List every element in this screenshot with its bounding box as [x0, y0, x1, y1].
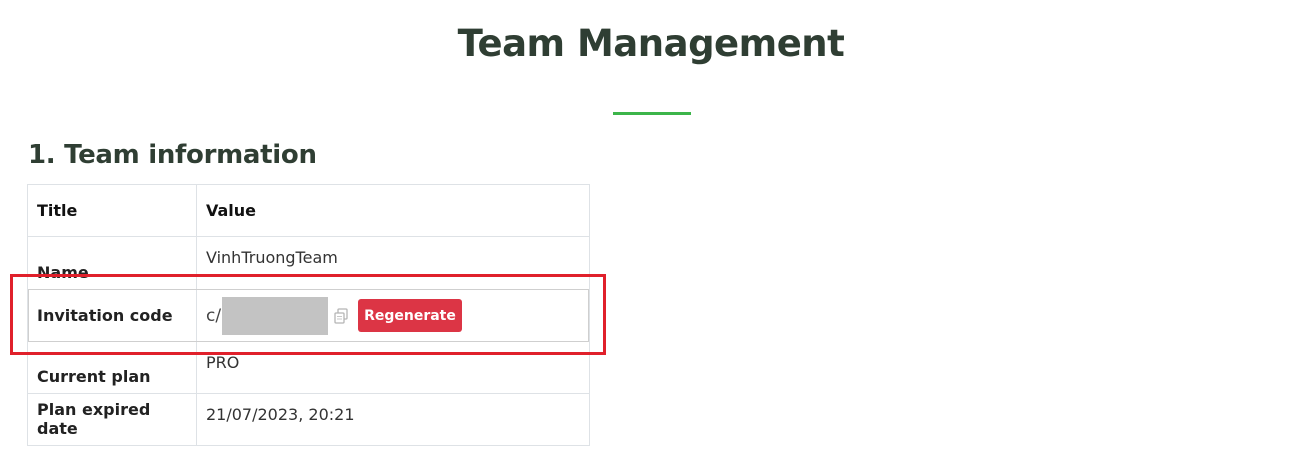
row-label-plan-expired-date: Plan expired date — [27, 393, 197, 446]
invitation-code-group: c/ Regenerate — [206, 296, 580, 335]
table-row-invitation-code: Invitation code c/ Regenerate — [27, 289, 590, 342]
page-title: Team Management — [457, 22, 845, 65]
table-header-row: Title Value — [27, 184, 590, 237]
team-info-table: Title Value Name VinhTruongTeam Invitati… — [27, 184, 590, 446]
invitation-code-cell: c/ Regenerate — [196, 289, 590, 342]
invitation-code-prefix: c/ — [206, 305, 222, 326]
row-label-name: Name — [27, 236, 197, 290]
section-heading-team-information: 1. Team information — [28, 140, 317, 170]
regenerate-button[interactable]: Regenerate — [358, 299, 462, 332]
row-label-current-plan: Current plan — [27, 341, 197, 394]
table-row-current-plan: Current plan PRO — [27, 341, 590, 394]
invitation-code-redacted — [222, 296, 329, 335]
row-label-invitation-code: Invitation code — [27, 289, 197, 342]
column-header-title: Title — [27, 184, 197, 237]
table-row-plan-expired-date: Plan expired date 21/07/2023, 20:21 — [27, 393, 590, 446]
current-plan-value: PRO — [196, 341, 590, 394]
table-row-name: Name VinhTruongTeam — [27, 236, 590, 290]
plan-expired-date-value: 21/07/2023, 20:21 — [196, 393, 590, 446]
column-header-value: Value — [196, 184, 590, 237]
copy-icon[interactable] — [332, 307, 350, 325]
title-underline — [613, 112, 691, 115]
team-name-value: VinhTruongTeam — [196, 236, 590, 290]
